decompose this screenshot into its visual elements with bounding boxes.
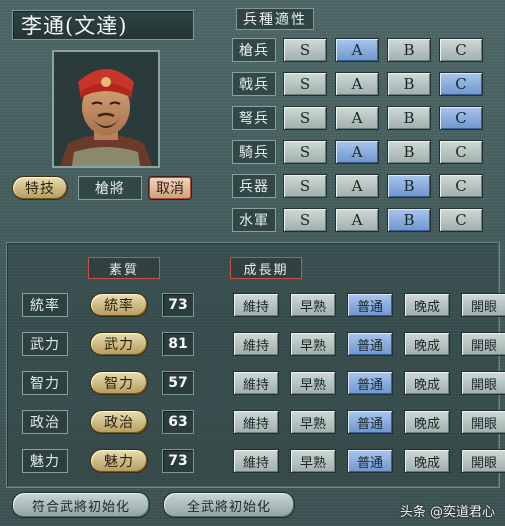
stat-value: 81 — [162, 332, 194, 356]
growth-option-button[interactable]: 晚成 — [404, 449, 450, 473]
aptitude-grade-b-button[interactable]: B — [387, 140, 431, 164]
growth-option-button[interactable]: 開眼 — [461, 410, 505, 434]
growth-option-button[interactable]: 開眼 — [461, 332, 505, 356]
aptitude-grade-a-button[interactable]: A — [335, 106, 379, 130]
aptitude-grade-b-button[interactable]: B — [387, 174, 431, 198]
stat-edit-button[interactable]: 政治 — [90, 410, 148, 434]
growth-option-button[interactable]: 維持 — [233, 332, 279, 356]
growth-option-button[interactable]: 早熟 — [290, 371, 336, 395]
skill-value: 槍將 — [78, 176, 142, 200]
aptitude-grade-c-button[interactable]: C — [439, 174, 483, 198]
aptitude-grade-c-button[interactable]: C — [439, 38, 483, 62]
stat-edit-button[interactable]: 魅力 — [90, 449, 148, 473]
growth-option-button[interactable]: 開眼 — [461, 293, 505, 317]
growth-option-button[interactable]: 維持 — [233, 293, 279, 317]
stat-edit-button[interactable]: 武力 — [90, 332, 148, 356]
header-growth: 成長期 — [230, 257, 302, 279]
aptitude-label: 弩兵 — [232, 106, 276, 130]
reset-matching-generals-button[interactable]: 符合武將初始化 — [12, 492, 150, 518]
aptitude-label: 兵器 — [232, 174, 276, 198]
stat-label: 統率 — [22, 293, 68, 317]
stat-label: 魅力 — [22, 449, 68, 473]
stat-value: 73 — [162, 293, 194, 317]
aptitude-grade-b-button[interactable]: B — [387, 106, 431, 130]
aptitude-grade-a-button[interactable]: A — [335, 38, 379, 62]
aptitude-title: 兵種適性 — [236, 8, 314, 30]
aptitude-grade-s-button[interactable]: S — [283, 106, 327, 130]
aptitude-label: 槍兵 — [232, 38, 276, 62]
header-quality: 素質 — [88, 257, 160, 279]
reset-all-generals-button[interactable]: 全武將初始化 — [163, 492, 295, 518]
aptitude-grade-a-button[interactable]: A — [335, 208, 379, 232]
growth-option-button[interactable]: 維持 — [233, 371, 279, 395]
growth-option-button[interactable]: 普通 — [347, 410, 393, 434]
aptitude-grade-a-button[interactable]: A — [335, 72, 379, 96]
growth-option-button[interactable]: 早熟 — [290, 293, 336, 317]
aptitude-grade-s-button[interactable]: S — [283, 174, 327, 198]
stat-edit-button[interactable]: 統率 — [90, 293, 148, 317]
growth-option-button[interactable]: 早熟 — [290, 332, 336, 356]
growth-option-button[interactable]: 開眼 — [461, 371, 505, 395]
aptitude-label: 戟兵 — [232, 72, 276, 96]
cancel-skill-button[interactable]: 取消 — [148, 176, 192, 200]
aptitude-grade-c-button[interactable]: C — [439, 72, 483, 96]
aptitude-grade-b-button[interactable]: B — [387, 208, 431, 232]
aptitude-grade-c-button[interactable]: C — [439, 140, 483, 164]
stat-value: 63 — [162, 410, 194, 434]
aptitude-grade-a-button[interactable]: A — [335, 174, 379, 198]
aptitude-grade-c-button[interactable]: C — [439, 208, 483, 232]
general-name: 李通(文達) — [12, 10, 194, 40]
growth-option-button[interactable]: 晚成 — [404, 410, 450, 434]
growth-option-button[interactable]: 普通 — [347, 449, 393, 473]
growth-option-button[interactable]: 晚成 — [404, 332, 450, 356]
aptitude-grade-b-button[interactable]: B — [387, 72, 431, 96]
growth-option-button[interactable]: 晚成 — [404, 371, 450, 395]
watermark: 头条 @奕道君心 — [399, 505, 495, 520]
growth-option-button[interactable]: 晚成 — [404, 293, 450, 317]
aptitude-grade-s-button[interactable]: S — [283, 72, 327, 96]
growth-option-button[interactable]: 普通 — [347, 371, 393, 395]
aptitude-grade-s-button[interactable]: S — [283, 140, 327, 164]
general-portrait — [52, 50, 160, 168]
stat-label: 智力 — [22, 371, 68, 395]
aptitude-label: 水軍 — [232, 208, 276, 232]
stat-label: 政治 — [22, 410, 68, 434]
aptitude-grade-c-button[interactable]: C — [439, 106, 483, 130]
skill-button[interactable]: 特技 — [12, 176, 68, 200]
aptitude-grade-a-button[interactable]: A — [335, 140, 379, 164]
growth-option-button[interactable]: 開眼 — [461, 449, 505, 473]
growth-option-button[interactable]: 維持 — [233, 449, 279, 473]
growth-option-button[interactable]: 普通 — [347, 332, 393, 356]
aptitude-grade-s-button[interactable]: S — [283, 208, 327, 232]
aptitude-grade-s-button[interactable]: S — [283, 38, 327, 62]
growth-option-button[interactable]: 維持 — [233, 410, 279, 434]
portrait-image — [54, 52, 158, 166]
stat-value: 57 — [162, 371, 194, 395]
growth-option-button[interactable]: 早熟 — [290, 410, 336, 434]
stat-value: 73 — [162, 449, 194, 473]
stat-label: 武力 — [22, 332, 68, 356]
aptitude-label: 騎兵 — [232, 140, 276, 164]
growth-option-button[interactable]: 普通 — [347, 293, 393, 317]
stat-edit-button[interactable]: 智力 — [90, 371, 148, 395]
aptitude-grade-b-button[interactable]: B — [387, 38, 431, 62]
growth-option-button[interactable]: 早熟 — [290, 449, 336, 473]
